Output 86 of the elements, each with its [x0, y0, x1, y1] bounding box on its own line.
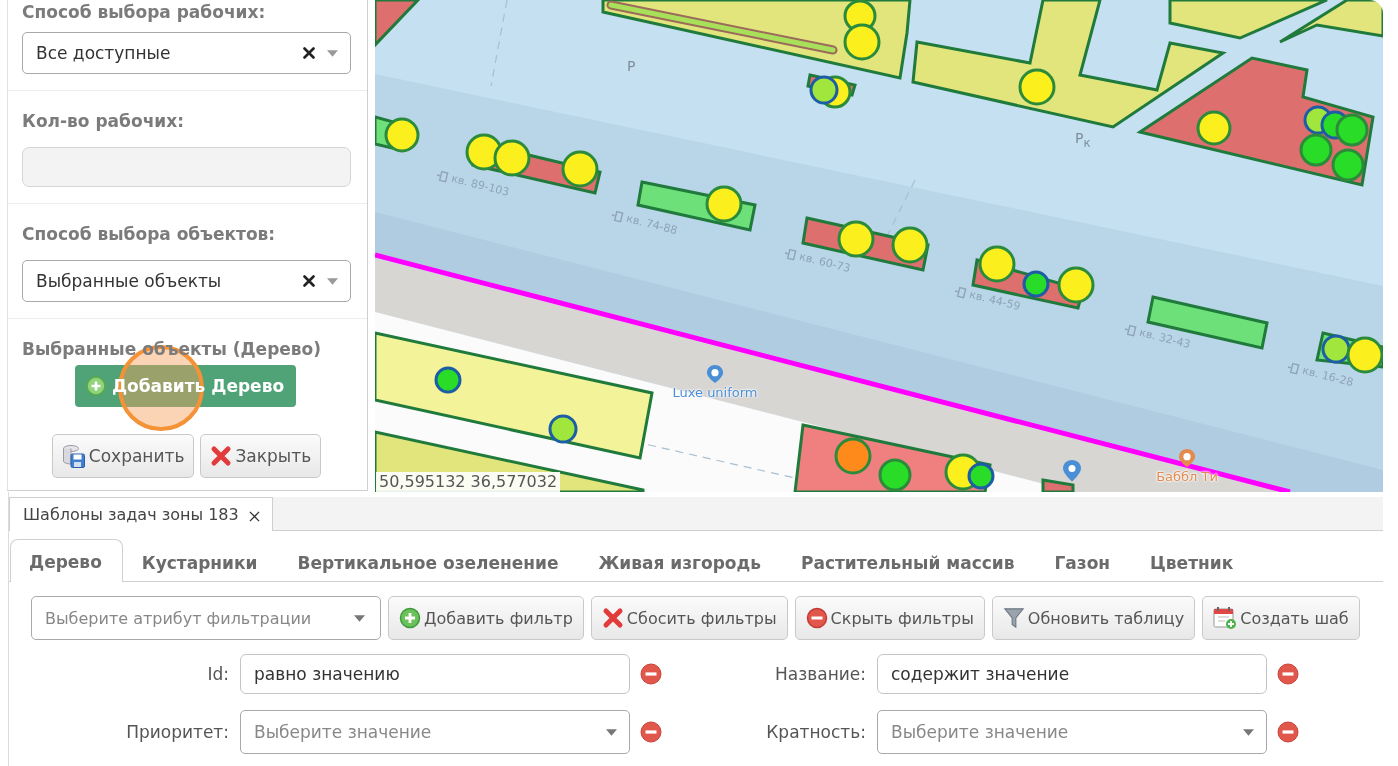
field-label: Способ выбора объектов:: [22, 224, 276, 244]
tree-marker: [1299, 133, 1333, 167]
plus-circle-icon: [399, 607, 421, 629]
clear-icon[interactable]: [303, 47, 315, 59]
toolbar-button[interactable]: Скрыть фильтры: [794, 596, 985, 640]
remove-icon[interactable]: [640, 721, 662, 743]
map-label: Р$_{к}$: [1075, 130, 1091, 151]
save-icon: [61, 444, 86, 468]
close-button[interactable]: Закрыть: [200, 434, 322, 478]
category-tab[interactable]: Дерево: [10, 539, 123, 582]
tree-marker: [1057, 266, 1095, 304]
field-label: Кол-во рабочих:: [22, 111, 184, 131]
caret-icon: [327, 49, 338, 57]
tree-marker: [1196, 110, 1232, 146]
category-tab[interactable]: Живая изгородь: [579, 540, 782, 582]
caret-icon: [1243, 728, 1254, 736]
tree-marker: [834, 437, 872, 475]
filter-label: Приоритет:: [126, 722, 229, 742]
map-pin-icon: [706, 364, 724, 384]
toolbar-button[interactable]: Сбосить фильтры: [590, 596, 788, 640]
entrance-icon: [783, 246, 799, 262]
tree-marker: [843, 23, 881, 61]
cross-icon: [210, 445, 233, 467]
tree-marker: [384, 117, 420, 153]
caret-icon: [606, 728, 617, 736]
caret-icon: [354, 614, 365, 622]
remove-icon[interactable]: [1277, 721, 1299, 743]
filter-label: Название:: [774, 664, 866, 684]
entrance-icon: [1286, 360, 1302, 376]
clear-icon[interactable]: [303, 275, 315, 287]
remove-icon[interactable]: [1277, 663, 1299, 685]
tree-marker: [1331, 148, 1365, 182]
close-icon[interactable]: [248, 511, 260, 522]
tree-marker: [1335, 113, 1369, 147]
tree-marker: [1022, 270, 1050, 298]
tree-marker: [434, 366, 462, 394]
map-pin-icon: [1178, 448, 1196, 468]
entrance-icon: [435, 168, 451, 184]
tree-marker: [809, 75, 839, 105]
calendar-icon: [1213, 606, 1238, 630]
document-tab[interactable]: Шаблоны задач зоны 183: [9, 497, 273, 531]
filter-input[interactable]: равно значению: [240, 654, 630, 694]
tree-marker: [1018, 68, 1056, 106]
funnel-icon: [1002, 607, 1025, 629]
place-label: Баббл Ти: [1156, 469, 1218, 484]
tree-marker: [1321, 334, 1351, 364]
planting-bed: [375, 0, 422, 49]
tree-marker: [705, 185, 743, 223]
tree-marker: [493, 139, 531, 177]
field-label: Способ выбора рабочих:: [22, 2, 266, 22]
map-pin-icon: [1063, 460, 1081, 482]
map-label: Р: [627, 58, 636, 74]
dropdown[interactable]: Выбранные объекты: [22, 260, 351, 302]
category-tab[interactable]: Вертикальное озеленение: [278, 540, 580, 582]
tree-marker: [561, 150, 599, 188]
plus-circle-icon: [85, 376, 106, 396]
filter-select[interactable]: Выберите значение: [877, 710, 1267, 754]
tree-marker: [978, 245, 1016, 283]
entrance-icon: [1123, 322, 1139, 338]
cross-icon: [601, 607, 624, 629]
category-tab[interactable]: Растительный массив: [782, 540, 1036, 582]
category-tab[interactable]: Кустарники: [122, 540, 279, 582]
toolbar-button[interactable]: Создать шаб: [1202, 596, 1360, 640]
filter-input[interactable]: содержит значение: [877, 654, 1267, 694]
tree-marker: [967, 462, 995, 490]
filter-label: Id:: [207, 664, 229, 684]
coordinates-readout: 50,595132 36,577032: [376, 472, 561, 492]
tree-marker: [891, 226, 929, 264]
place-label: Luxe uniform: [672, 385, 758, 400]
toolbar-button[interactable]: Обновить таблицу: [991, 596, 1196, 640]
filter-select[interactable]: Выберите значение: [240, 710, 630, 754]
remove-icon[interactable]: [640, 663, 662, 685]
toolbar-button[interactable]: Добавить фильтр: [388, 596, 584, 640]
tree-marker: [878, 458, 912, 492]
category-tab[interactable]: Цветник: [1131, 540, 1255, 582]
category-tab[interactable]: Газон: [1035, 540, 1132, 582]
caret-icon: [327, 277, 338, 285]
filter-label: Кратность:: [766, 722, 866, 742]
dropdown[interactable]: Все доступные: [22, 32, 351, 74]
filter-attribute-select[interactable]: Выберите атрибут фильтрации: [31, 596, 381, 640]
tree-marker: [548, 414, 578, 444]
entrance-icon: [953, 284, 969, 300]
minus-circle-icon: [805, 607, 828, 629]
entrance-icon: [610, 208, 626, 224]
save-button[interactable]: Сохранить: [51, 434, 195, 478]
tree-marker: [837, 220, 875, 258]
